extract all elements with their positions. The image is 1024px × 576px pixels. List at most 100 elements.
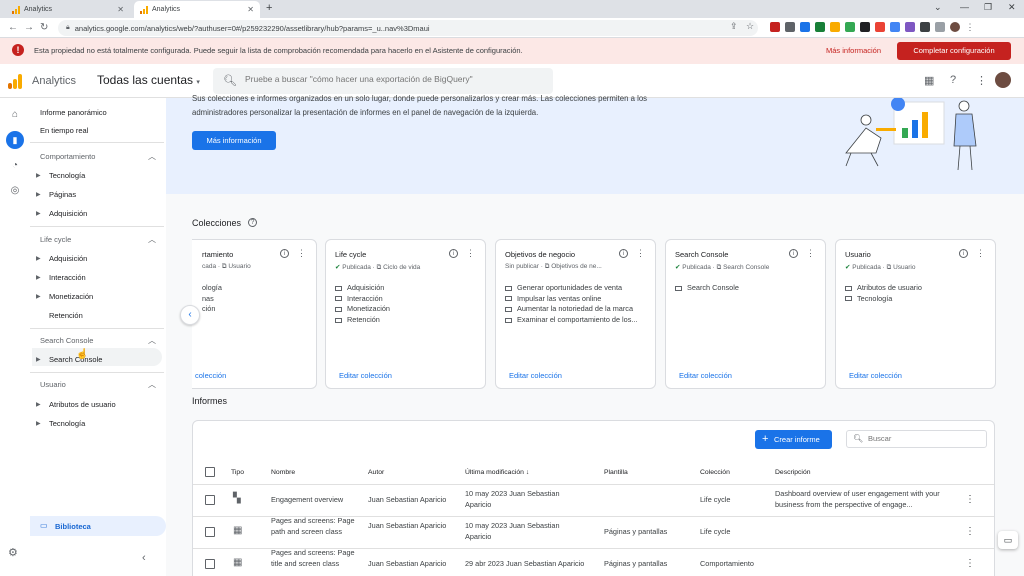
info-icon[interactable]: i	[789, 249, 798, 258]
extension-icon[interactable]	[890, 22, 900, 32]
feedback-icon[interactable]: ▭	[998, 531, 1018, 549]
extension-icon[interactable]	[845, 22, 855, 32]
minimize-icon[interactable]: —	[960, 2, 969, 12]
nav-item-technology[interactable]: ▶ Tecnología	[36, 171, 85, 180]
table-row[interactable]: ▦ Pages and screens: Page title and scre…	[193, 548, 994, 576]
collection-card-life-cycle[interactable]: Life cycle i ⋮ ✔ Publicada · ⧉ Ciclo de …	[325, 239, 486, 389]
puzzle-icon[interactable]	[920, 22, 930, 32]
more-vert-icon[interactable]: ⋮	[965, 526, 975, 537]
nav-item-user-attributes[interactable]: ▶ Atributos de usuario	[36, 400, 116, 409]
collection-card-search-console[interactable]: Search Console i ⋮ ✔ Publicada · ⧉ Searc…	[665, 239, 826, 389]
close-window-icon[interactable]: ✕	[1008, 2, 1016, 13]
more-vert-icon[interactable]: ⋮	[976, 74, 987, 87]
column-last-modified[interactable]: Última modificación ↓	[465, 469, 529, 476]
nav-item-user-technology[interactable]: ▶ Tecnología	[36, 419, 85, 428]
reports-search-input[interactable]	[868, 434, 978, 443]
collapse-nav-icon[interactable]: ‹	[142, 552, 146, 564]
close-tab-icon[interactable]: ✕	[117, 5, 124, 14]
lock-icon[interactable]: 🔒︎	[66, 24, 70, 32]
info-icon[interactable]: i	[959, 249, 968, 258]
extension-icon[interactable]	[875, 22, 885, 32]
global-search[interactable]: 🔍︎	[213, 68, 553, 94]
explore-icon[interactable]: ◔	[8, 159, 22, 173]
more-vert-icon[interactable]: ⋮	[466, 248, 475, 259]
browser-menu-icon[interactable]: ⋮	[965, 22, 975, 32]
row-checkbox[interactable]	[205, 527, 215, 537]
complete-setup-button[interactable]: Completar configuración	[897, 42, 1011, 60]
nav-section-behavior[interactable]: Comportamiento ︿	[40, 152, 156, 161]
info-icon[interactable]: i	[449, 249, 458, 258]
more-vert-icon[interactable]: ⋮	[806, 248, 815, 259]
collection-card-business-objectives[interactable]: Objetivos de negocio i ⋮ Sin publicar · …	[495, 239, 656, 389]
report-name[interactable]: Pages and screens: Page title and screen…	[271, 548, 359, 569]
browser-tab-analytics-2[interactable]: Analytics ✕	[134, 1, 260, 18]
nav-item-acquisition[interactable]: ▶ Adquisición	[36, 209, 87, 218]
nav-item-monetization[interactable]: ▶ Monetización	[36, 292, 93, 301]
extension-icon[interactable]	[800, 22, 810, 32]
column-author[interactable]: Autor	[368, 469, 384, 476]
address-bar[interactable]: 🔒︎ analytics.google.com/analytics/web/?a…	[58, 20, 758, 36]
carousel-prev-chevron-icon[interactable]: ‹	[180, 305, 200, 325]
extension-icon[interactable]	[785, 22, 795, 32]
nav-item-realtime[interactable]: En tiempo real	[40, 126, 88, 135]
extension-icon[interactable]	[830, 22, 840, 32]
create-report-button[interactable]: + Crear informe	[755, 430, 832, 449]
nav-section-search-console[interactable]: Search Console ︿	[40, 336, 156, 345]
apps-grid-icon[interactable]: ▦	[924, 74, 934, 87]
profile-icon[interactable]	[950, 22, 960, 32]
report-name[interactable]: Engagement overview	[271, 495, 343, 506]
collection-card-user[interactable]: Usuario i ⋮ ✔ Publicada · ⧉ Usuario Atri…	[835, 239, 996, 389]
column-name[interactable]: Nombre	[271, 469, 295, 476]
extension-icon[interactable]	[860, 22, 870, 32]
edit-collection-link[interactable]: colección	[195, 371, 226, 380]
more-vert-icon[interactable]: ⋮	[965, 558, 975, 569]
column-type[interactable]: Tipo	[231, 469, 244, 476]
column-description[interactable]: Descripción	[775, 469, 811, 476]
close-tab-icon[interactable]: ✕	[247, 5, 254, 14]
reload-icon[interactable]: ↻	[40, 22, 48, 33]
home-icon[interactable]: ⌂	[8, 108, 22, 122]
nav-section-user[interactable]: Usuario ︿	[40, 380, 156, 389]
select-all-checkbox[interactable]	[205, 467, 215, 477]
extension-icon[interactable]	[770, 22, 780, 32]
learn-more-button[interactable]: Más información	[192, 131, 276, 150]
maximize-icon[interactable]: ❐	[984, 2, 992, 13]
edit-collection-link[interactable]: Editar colección	[679, 371, 732, 380]
nav-item-engagement[interactable]: ▶ Interacción	[36, 273, 86, 282]
new-tab-icon[interactable]: +	[266, 2, 272, 14]
forward-icon[interactable]: →	[24, 22, 34, 33]
bookmark-star-icon[interactable]: ☆	[746, 21, 754, 32]
edit-collection-link[interactable]: Editar colección	[849, 371, 902, 380]
column-template[interactable]: Plantilla	[604, 469, 628, 476]
row-checkbox[interactable]	[205, 559, 215, 569]
account-selector[interactable]: Todas las cuentas ▾	[97, 73, 200, 87]
global-search-input[interactable]	[245, 74, 545, 84]
table-row[interactable]: ▚ Engagement overview Juan Sebastian Apa…	[193, 485, 994, 517]
sidepanel-icon[interactable]	[935, 22, 945, 32]
nav-item-pages[interactable]: ▶ Páginas	[36, 190, 76, 199]
more-vert-icon[interactable]: ⋮	[636, 248, 645, 259]
more-info-link[interactable]: Más información	[826, 46, 881, 55]
advertising-icon[interactable]: ◎	[8, 184, 22, 198]
column-collection[interactable]: Colección	[700, 469, 730, 476]
tab-search-chevron-icon[interactable]: ⌄	[934, 2, 942, 13]
table-row[interactable]: ▦ Pages and screens: Page path and scree…	[193, 516, 994, 549]
avatar[interactable]	[995, 72, 1011, 88]
info-icon[interactable]: i	[619, 249, 628, 258]
report-name[interactable]: Pages and screens: Page path and screen …	[271, 516, 359, 537]
help-icon[interactable]: ?	[248, 218, 257, 227]
more-vert-icon[interactable]: ⋮	[297, 248, 306, 259]
edit-collection-link[interactable]: Editar colección	[509, 371, 562, 380]
info-icon[interactable]: i	[280, 249, 289, 258]
nav-item-library[interactable]: ▭ Biblioteca	[30, 516, 166, 536]
browser-tab-analytics-1[interactable]: Analytics ✕	[6, 1, 130, 18]
more-vert-icon[interactable]: ⋮	[965, 494, 975, 505]
admin-gear-icon[interactable]: ⚙	[8, 546, 18, 559]
edit-collection-link[interactable]: Editar colección	[339, 371, 392, 380]
help-icon[interactable]: ?	[950, 74, 956, 86]
analytics-logo-icon[interactable]	[8, 73, 22, 89]
nav-section-lifecycle[interactable]: Life cycle ︿	[40, 235, 156, 244]
extension-icon[interactable]	[905, 22, 915, 32]
extension-icon[interactable]	[815, 22, 825, 32]
more-vert-icon[interactable]: ⋮	[976, 248, 985, 259]
